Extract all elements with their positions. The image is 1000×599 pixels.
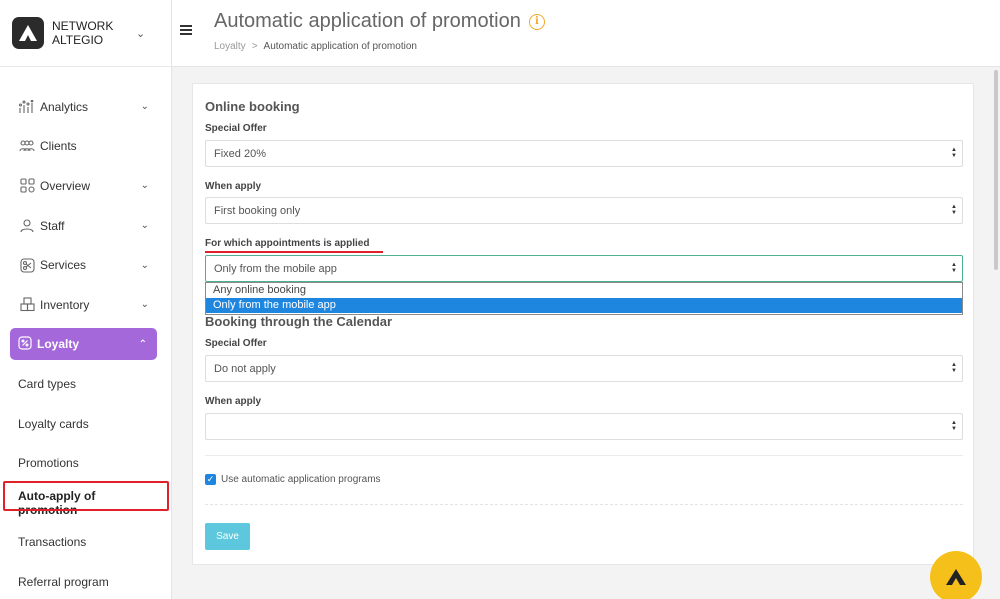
when-apply-label: When apply: [205, 181, 262, 192]
sidebar-subitem-label: Loyalty cards: [18, 416, 89, 431]
analytics-icon: [18, 98, 36, 116]
sidebar-item-label: Overview: [40, 178, 91, 193]
checkbox-checked-icon[interactable]: ✓: [205, 474, 216, 485]
select-arrows-icon: ▲ ▼: [951, 262, 957, 274]
sidebar-item-label: Analytics: [40, 99, 89, 114]
sidebar-item-loyalty[interactable]: Loyalty ⌃: [0, 325, 171, 365]
sidebar-item-analytics[interactable]: Analytics ⌄: [0, 87, 171, 127]
auto-apply-checkbox-row[interactable]: ✓ Use automatic application programs: [205, 474, 381, 485]
save-button[interactable]: Save: [205, 523, 250, 550]
sidebar-subitem-label: Card types: [18, 376, 77, 391]
altegio-logo-icon: [946, 569, 966, 585]
inventory-icon: [18, 296, 36, 314]
section-title-online-booking: Online booking: [205, 99, 300, 114]
sidebar-item-label: Clients: [40, 139, 77, 154]
sidebar-item-overview[interactable]: Overview ⌄: [0, 166, 171, 206]
special-offer-label: Special Offer: [205, 123, 267, 134]
sidebar-item-inventory[interactable]: Inventory ⌄: [0, 285, 171, 325]
clients-icon: [18, 137, 36, 155]
breadcrumb-current: Automatic application of promotion: [263, 41, 417, 52]
info-icon[interactable]: i: [528, 13, 545, 30]
select-arrows-icon: ▲ ▼: [951, 204, 957, 216]
sidebar-item-label: Loyalty: [37, 337, 80, 352]
sidebar-item-staff[interactable]: Staff ⌄: [0, 206, 171, 246]
settings-card: Online booking Special Offer Fixed 20% ▲…: [192, 83, 974, 565]
calendar-special-offer-select[interactable]: Do not apply ▲ ▼: [205, 355, 963, 382]
page-header: Automatic application of promotion i Loy…: [172, 0, 1000, 67]
sidebar-subitem-promotions[interactable]: Promotions: [0, 443, 171, 483]
applied-for-select[interactable]: Only from the mobile app ▲ ▼: [205, 255, 963, 282]
section-title-calendar-booking: Booking through the Calendar: [205, 314, 393, 329]
dropdown-option-mobile-app[interactable]: Only from the mobile app: [206, 298, 962, 313]
scrollbar[interactable]: [994, 70, 998, 270]
special-offer-label: Special Offer: [205, 338, 267, 349]
sidebar-item-clients[interactable]: Clients: [0, 127, 171, 167]
sidebar-subitem-label: Transactions: [18, 535, 87, 550]
sidebar-item-label: Services: [40, 258, 87, 273]
chevron-down-icon: ⌄: [140, 220, 149, 232]
applied-for-label: For which appointments is applied: [205, 238, 370, 249]
brand-name: NETWORK ALTEGIO: [52, 19, 114, 47]
staff-icon: [18, 217, 36, 235]
sidebar-subitem-transactions[interactable]: Transactions: [0, 523, 171, 563]
online-when-apply-select[interactable]: First booking only ▲ ▼: [205, 197, 963, 224]
sidebar-subitem-label: Promotions: [18, 456, 79, 471]
dropdown-option-any-online-booking[interactable]: Any online booking: [206, 283, 962, 298]
page-title: Automatic application of promotion: [214, 10, 521, 32]
loyalty-icon: [18, 336, 32, 353]
support-chat-button[interactable]: [930, 551, 982, 599]
chevron-down-icon: ⌄: [140, 299, 149, 311]
applied-for-dropdown: Any online booking Only from the mobile …: [205, 282, 963, 315]
highlight-box: [3, 481, 169, 511]
select-value: First booking only: [214, 204, 301, 217]
sidebar-subitem-label: Referral program: [18, 574, 109, 589]
breadcrumb-parent-link[interactable]: Loyalty: [214, 41, 246, 52]
divider: [205, 455, 963, 456]
when-apply-label: When apply: [205, 396, 262, 407]
hamburger-menu-icon[interactable]: [180, 25, 192, 37]
select-value: Fixed 20%: [214, 147, 266, 160]
breadcrumb: Loyalty > Automatic application of promoti…: [214, 41, 417, 52]
overview-icon: [18, 177, 36, 195]
select-arrows-icon: ▲ ▼: [951, 420, 957, 432]
sidebar-item-loyalty-active[interactable]: Loyalty ⌃: [10, 328, 157, 361]
breadcrumb-separator: >: [251, 41, 258, 52]
select-value: Only from the mobile app: [214, 262, 337, 275]
sidebar-subitem-loyalty-cards[interactable]: Loyalty cards: [0, 404, 171, 444]
chevron-down-icon: ⌄: [140, 101, 149, 113]
red-underline: [205, 251, 383, 253]
chevron-down-icon: ⌄: [140, 259, 149, 271]
online-special-offer-select[interactable]: Fixed 20% ▲ ▼: [205, 140, 963, 167]
select-value: Do not apply: [214, 362, 276, 375]
sidebar-nav: Analytics ⌄ Clients Overview ⌄ Staff ⌄ S…: [0, 67, 171, 599]
services-icon: [18, 256, 36, 274]
calendar-when-apply-select[interactable]: ▲ ▼: [205, 413, 963, 440]
select-arrows-icon: ▲ ▼: [951, 147, 957, 159]
sidebar-item-services[interactable]: Services ⌄: [0, 245, 171, 285]
brand-switcher[interactable]: NETWORK ALTEGIO ⌄: [0, 0, 171, 67]
sidebar-subitem-referral-program[interactable]: Referral program: [0, 562, 171, 599]
select-arrows-icon: ▲ ▼: [951, 362, 957, 374]
sidebar-subitem-card-types[interactable]: Card types: [0, 364, 171, 404]
sidebar-item-label: Staff: [40, 218, 65, 233]
divider: [205, 504, 963, 505]
chevron-up-icon: ⌃: [138, 338, 147, 350]
chevron-down-icon: ⌄: [140, 180, 149, 192]
sidebar-item-label: Inventory: [40, 297, 90, 312]
altegio-logo-icon: [12, 17, 44, 49]
chevron-down-icon: ⌄: [136, 27, 146, 40]
checkbox-label: Use automatic application programs: [221, 474, 381, 485]
